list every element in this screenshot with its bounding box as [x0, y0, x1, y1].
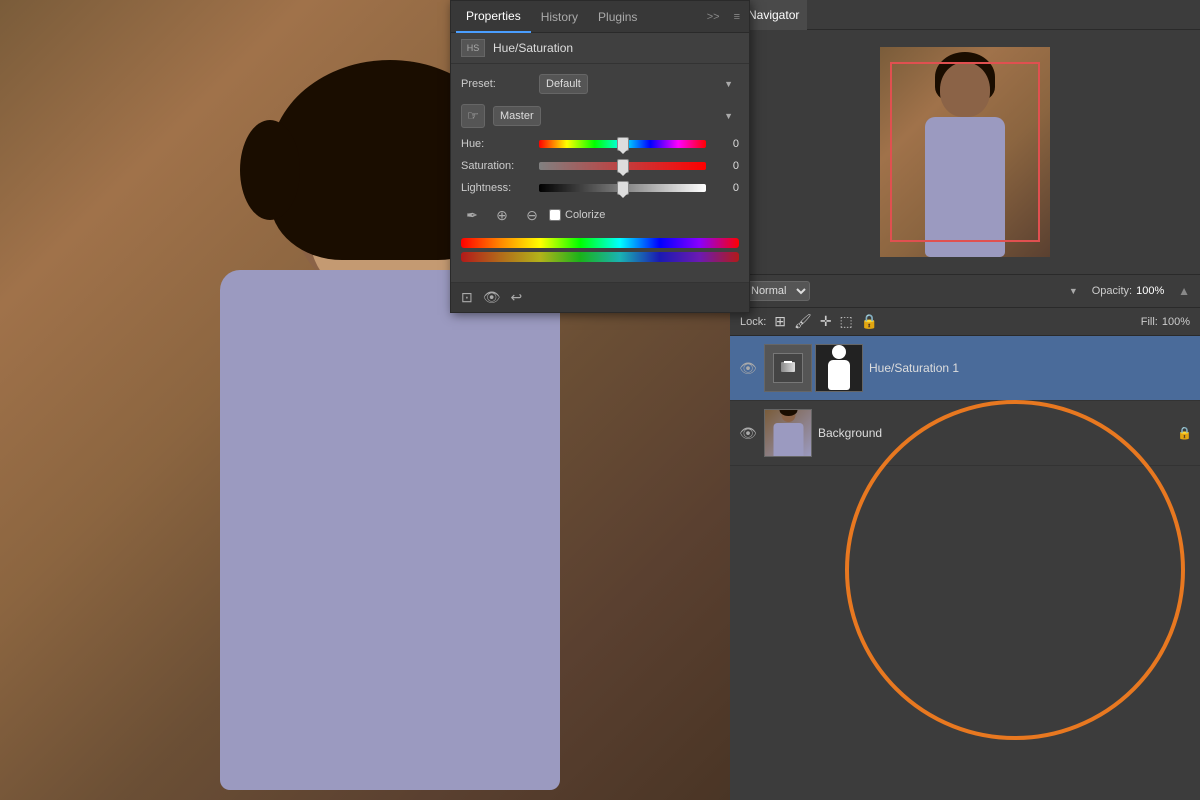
layer-thumb-group	[764, 344, 863, 392]
props-menu-btn[interactable]: ≡	[730, 9, 744, 25]
hue-slider-container	[539, 140, 706, 148]
colorize-checkbox[interactable]	[549, 209, 561, 221]
navigator-tab-bar: Navigator	[730, 0, 1200, 30]
hue-row: Hue: 0	[461, 138, 739, 150]
layer-item-background[interactable]: 👁 Background 🔒	[730, 401, 1200, 466]
properties-panel: Properties History Plugins >> ≡ HS Hue/S…	[450, 0, 750, 313]
lock-position-btn[interactable]: ✛	[820, 313, 832, 330]
saturation-slider-container	[539, 162, 706, 170]
preset-select[interactable]: Default	[539, 74, 588, 94]
layer-thumb-hue-sat	[764, 344, 812, 392]
hue-sat-icon: HS	[461, 39, 485, 57]
lightness-slider-thumb[interactable]	[617, 181, 629, 195]
blend-mode-arrow: ▼	[1069, 286, 1078, 296]
opacity-value: 100%	[1136, 285, 1166, 297]
lightness-slider-track	[539, 184, 706, 192]
layer-thumb-bg-group	[764, 409, 812, 457]
tab-plugins[interactable]: Plugins	[588, 1, 647, 33]
props-expand-btn[interactable]: >>	[703, 9, 724, 25]
props-title-bar: HS Hue/Saturation	[451, 33, 749, 64]
preset-arrow-icon: ▼	[724, 79, 733, 89]
lock-image-btn[interactable]: 🖌	[794, 313, 812, 330]
mask-body	[828, 360, 850, 390]
layer-item-hue-sat[interactable]: 👁 Hue/Saturation 1	[730, 336, 1200, 401]
saturation-label: Saturation:	[461, 160, 531, 172]
lock-label: Lock:	[740, 316, 766, 328]
lightness-slider-container	[539, 184, 706, 192]
saturation-slider-thumb[interactable]	[617, 159, 629, 173]
eyedropper-subtract-btn[interactable]: ⊖	[521, 204, 543, 226]
color-spectrum-bottom	[461, 252, 739, 262]
channel-row: ☞ Master ▼	[461, 104, 739, 128]
eyedropper-btn[interactable]: ✒	[461, 204, 483, 226]
navigator-content	[730, 30, 1200, 274]
fill-control: Fill: 100%	[1141, 316, 1190, 328]
tab-history[interactable]: History	[531, 1, 588, 33]
color-spectrum-top	[461, 238, 739, 248]
lock-artboards-btn[interactable]: ⬚	[840, 313, 853, 330]
preset-select-wrapper: Default ▼	[539, 74, 739, 94]
channel-arrow-icon: ▼	[724, 111, 733, 121]
props-footer: ⊡ 👁 ↩	[451, 282, 749, 312]
lightness-label: Lightness:	[461, 182, 531, 194]
props-body: Preset: Default ▼ ☞ Master ▼ Hue:	[451, 64, 749, 282]
mask-head	[832, 345, 846, 359]
props-tab-controls: >> ≡	[703, 9, 744, 25]
preset-label: Preset:	[461, 78, 531, 90]
layers-list: 👁 Hue/Saturation 1	[730, 336, 1200, 800]
layer-name-hue-sat: Hue/Saturation 1	[869, 361, 1192, 375]
layer-visibility-bg[interactable]: 👁	[738, 423, 758, 443]
colorize-text: Colorize	[565, 209, 605, 221]
colorize-row: ✒ ⊕ ⊖ Colorize	[461, 204, 739, 226]
hue-label: Hue:	[461, 138, 531, 150]
hue-value: 0	[714, 138, 739, 150]
preset-row: Preset: Default ▼	[461, 74, 739, 94]
opacity-expand[interactable]: ▲	[1178, 284, 1190, 298]
fill-label: Fill:	[1141, 316, 1158, 328]
navigator-tab[interactable]: Navigator	[740, 0, 807, 30]
clip-to-layer-btn[interactable]: ⊡	[461, 289, 473, 306]
navigator-panel: Navigator	[730, 0, 1200, 275]
layers-blend-row: Normal ▼ Opacity: 100% ▲	[730, 275, 1200, 308]
opacity-label: Opacity:	[1092, 285, 1132, 297]
saturation-slider-track	[539, 162, 706, 170]
layer-name-bg: Background	[818, 426, 1171, 440]
mask-person-white	[825, 345, 853, 389]
visibility-btn[interactable]: 👁	[483, 289, 501, 306]
hue-slider-track	[539, 140, 706, 148]
saturation-value: 0	[714, 160, 739, 172]
right-panel: Navigator Normal ▼ Opacity	[730, 0, 1200, 800]
props-tab-bar: Properties History Plugins >> ≡	[451, 1, 749, 33]
blend-mode-select[interactable]: Normal	[740, 281, 810, 301]
reset-btn[interactable]: ↩	[511, 289, 523, 306]
layer-lock-icon: 🔒	[1177, 426, 1192, 440]
colorize-label: Colorize	[549, 209, 605, 221]
props-title: Hue/Saturation	[493, 41, 573, 55]
person-body	[220, 270, 560, 790]
lightness-row: Lightness: 0	[461, 182, 739, 194]
channel-select[interactable]: Master	[493, 106, 541, 126]
hue-slider-thumb[interactable]	[617, 137, 629, 151]
tab-properties[interactable]: Properties	[456, 1, 531, 33]
layer-thumb-bg	[764, 409, 812, 457]
layer-mask-hue-sat	[815, 344, 863, 392]
blend-mode-wrapper: Normal ▼	[740, 281, 1084, 301]
lock-row: Lock: ⊞ 🖌 ✛ ⬚ 🔒 Fill: 100%	[730, 308, 1200, 336]
nav-thumb-head	[940, 62, 990, 117]
channel-hand-btn[interactable]: ☞	[461, 104, 485, 128]
opacity-control: Opacity: 100%	[1092, 285, 1166, 297]
lightness-value: 0	[714, 182, 739, 194]
lock-all-btn[interactable]: 🔒	[861, 313, 878, 330]
channel-select-wrapper: Master ▼	[493, 106, 739, 126]
navigator-thumbnail	[880, 47, 1050, 257]
saturation-row: Saturation: 0	[461, 160, 739, 172]
layer-visibility-hue-sat[interactable]: 👁	[738, 358, 758, 378]
nav-thumb-person	[880, 62, 1050, 257]
fill-value: 100%	[1162, 316, 1190, 328]
color-tools: ✒ ⊕ ⊖	[461, 204, 543, 226]
eyedropper-add-btn[interactable]: ⊕	[491, 204, 513, 226]
lock-pixels-btn[interactable]: ⊞	[774, 313, 786, 330]
nav-thumb-body	[925, 117, 1005, 257]
